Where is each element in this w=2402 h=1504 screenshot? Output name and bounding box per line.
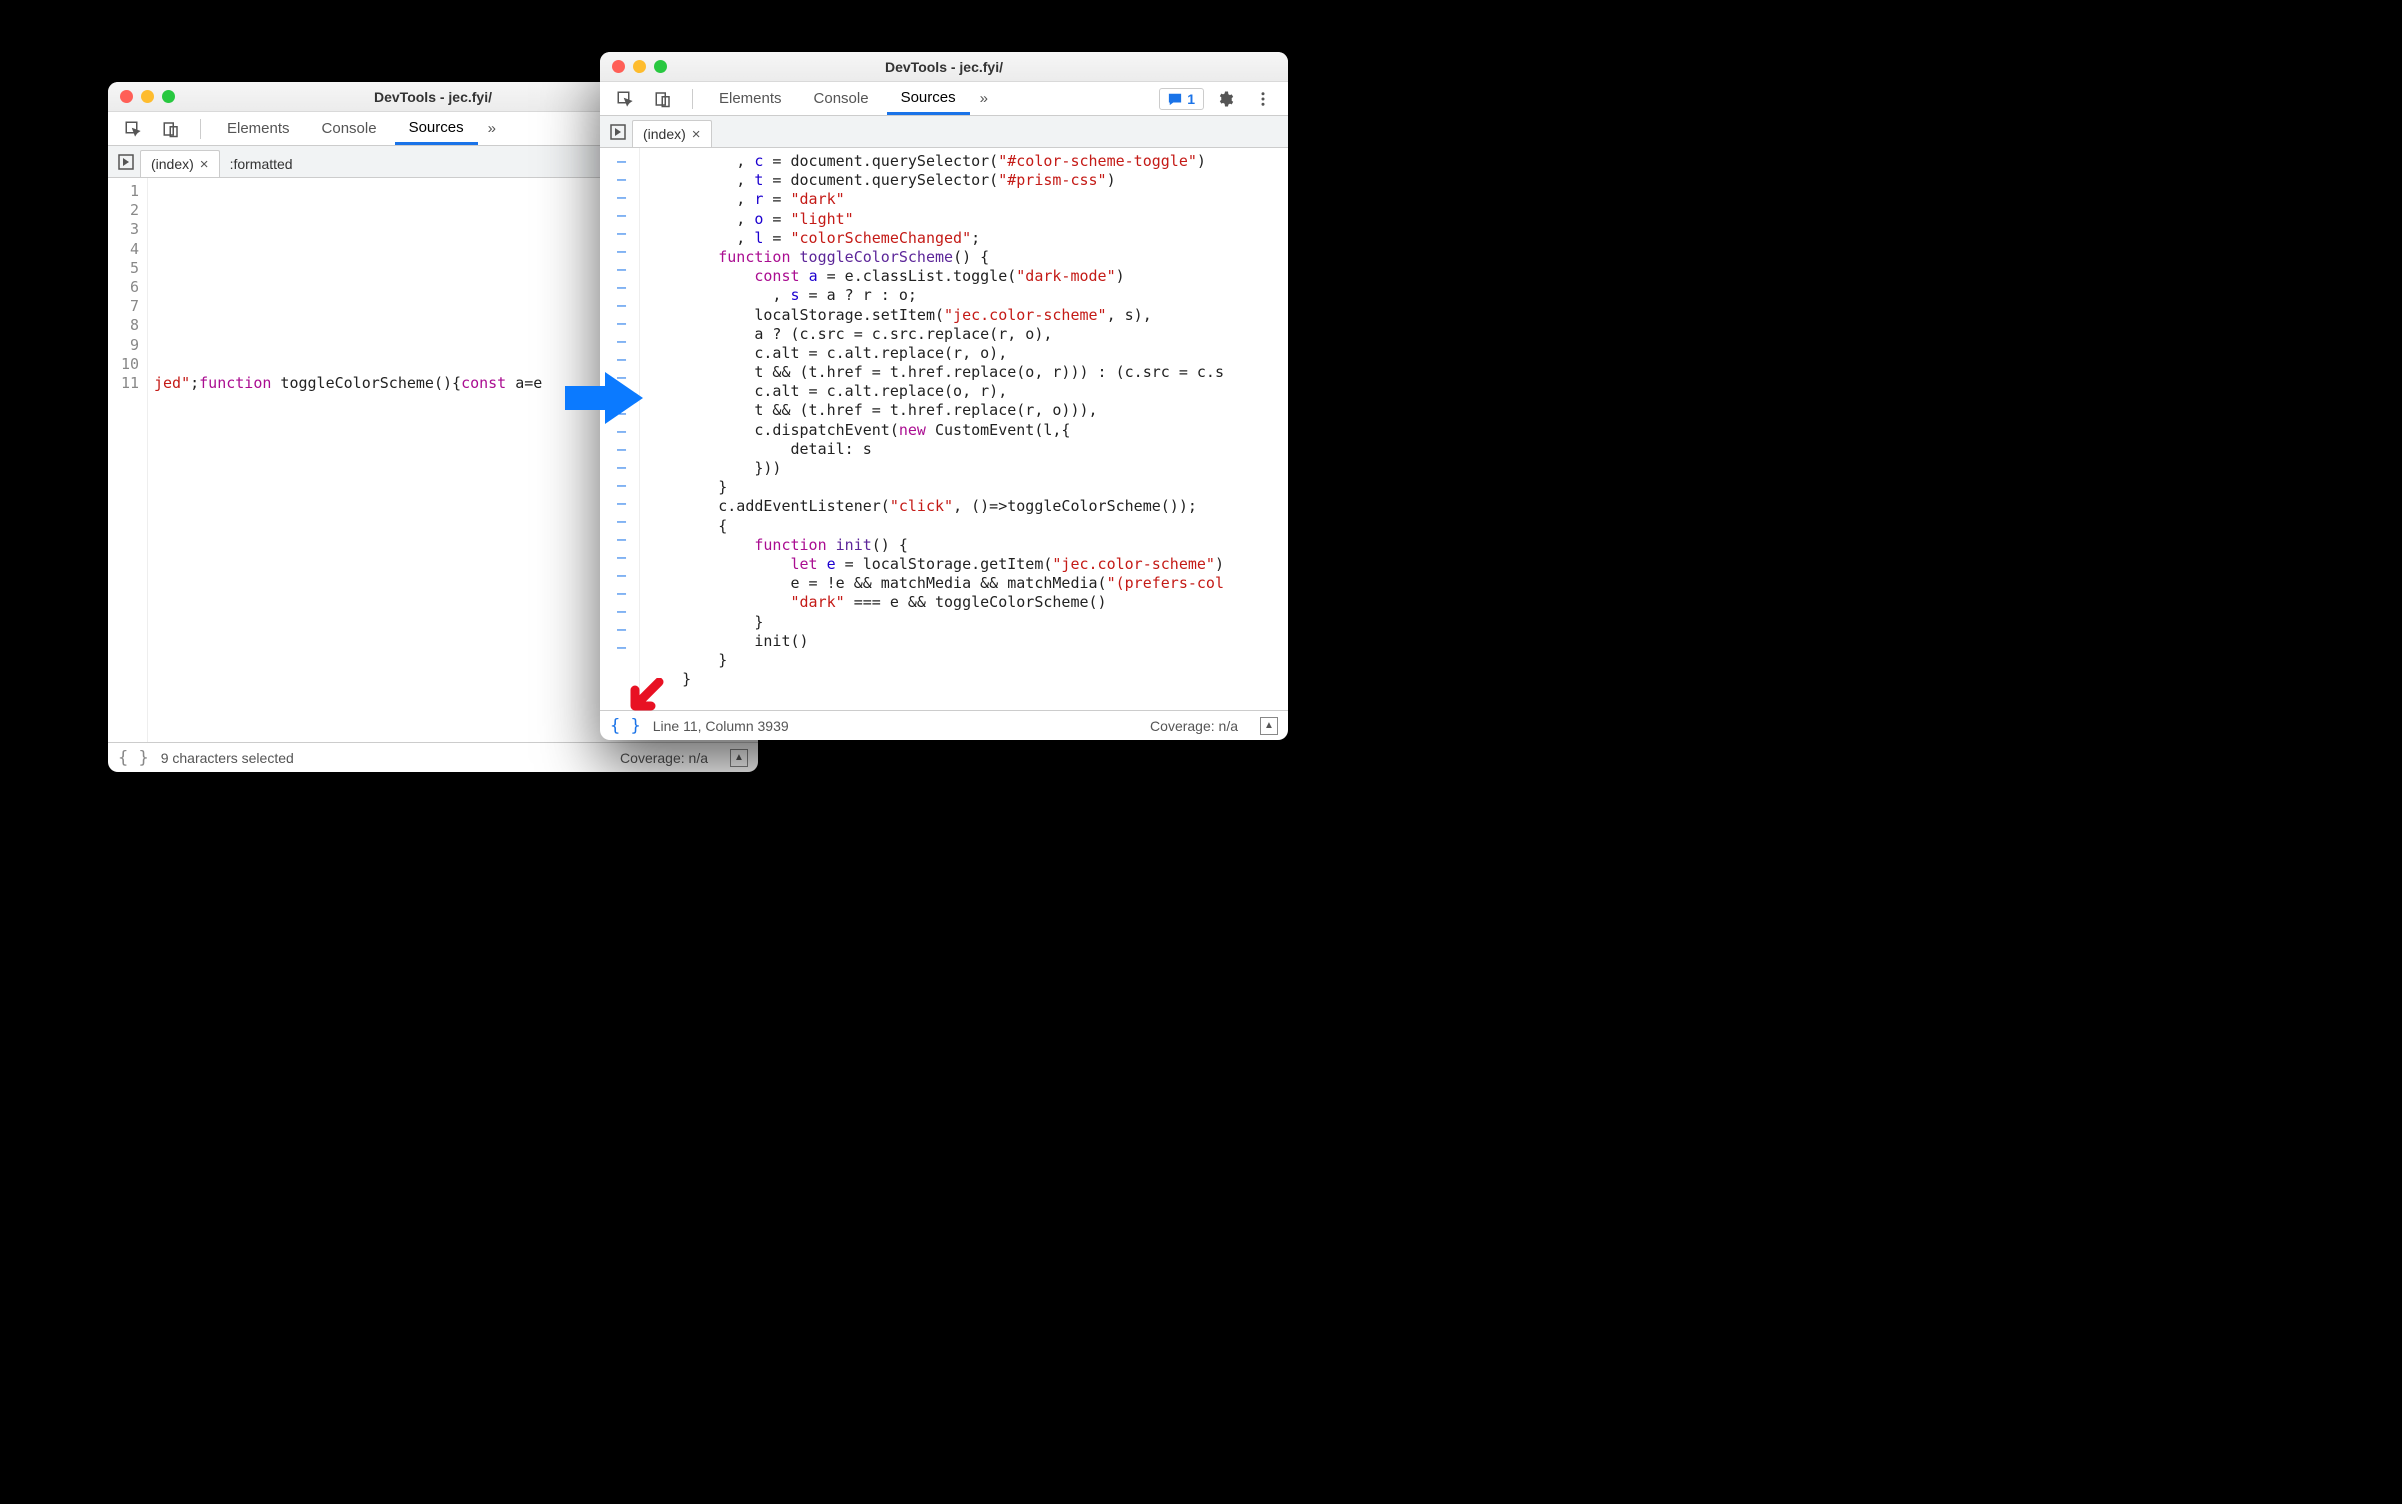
more-tabs-chevron-icon[interactable]: »: [974, 86, 994, 111]
navigator-toggle-icon[interactable]: [604, 116, 632, 147]
blue-arrow-annotation: [565, 368, 645, 433]
settings-gear-icon[interactable]: [1208, 86, 1242, 112]
tab-console[interactable]: Console: [308, 114, 391, 143]
code-content[interactable]: , c = document.querySelector("#color-sch…: [640, 148, 1288, 710]
device-toggle-icon[interactable]: [154, 116, 188, 142]
close-window-icon[interactable]: [612, 60, 625, 73]
file-tab-label: (index): [643, 126, 686, 142]
status-bar: { } Line 11, Column 3939 Coverage: n/a ▲: [600, 710, 1288, 740]
tab-elements[interactable]: Elements: [213, 114, 304, 143]
file-tab-index[interactable]: (index) ×: [140, 150, 220, 177]
file-tab-label: (index): [151, 156, 194, 172]
kebab-menu-icon[interactable]: [1246, 86, 1280, 112]
tab-console[interactable]: Console: [800, 84, 883, 113]
file-tab-index[interactable]: (index) ×: [632, 120, 712, 147]
more-tabs-chevron-icon[interactable]: »: [482, 116, 502, 141]
red-arrow-annotation: [625, 678, 665, 723]
file-tab-formatted[interactable]: :formatted: [220, 150, 303, 177]
tab-elements[interactable]: Elements: [705, 84, 796, 113]
code-editor[interactable]: – – – – – – – – – – – – – – – – – – – – …: [600, 148, 1288, 710]
minimize-window-icon[interactable]: [141, 90, 154, 103]
inspect-icon[interactable]: [116, 116, 150, 142]
coverage-status: Coverage: n/a: [1150, 718, 1238, 734]
status-bar: { } 9 characters selected Coverage: n/a …: [108, 742, 758, 772]
devtools-window-right: DevTools - jec.fyi/ Elements Console Sou…: [600, 52, 1288, 740]
titlebar: DevTools - jec.fyi/: [600, 52, 1288, 82]
minimize-window-icon[interactable]: [633, 60, 646, 73]
line-gutter: 1 2 3 4 5 6 7 8 9 10 11: [108, 178, 148, 742]
separator: [200, 119, 201, 139]
close-window-icon[interactable]: [120, 90, 133, 103]
device-toggle-icon[interactable]: [646, 86, 680, 112]
file-tab-label: :formatted: [230, 156, 293, 172]
tab-sources[interactable]: Sources: [887, 83, 970, 115]
show-drawer-icon[interactable]: ▲: [730, 749, 748, 767]
maximize-window-icon[interactable]: [654, 60, 667, 73]
navigator-toggle-icon[interactable]: [112, 146, 140, 177]
show-drawer-icon[interactable]: ▲: [1260, 717, 1278, 735]
tab-sources[interactable]: Sources: [395, 113, 478, 145]
coverage-status: Coverage: n/a: [620, 750, 708, 766]
window-controls: [120, 90, 175, 103]
main-toolbar: Elements Console Sources » 1: [600, 82, 1288, 116]
issues-count: 1: [1187, 91, 1195, 107]
pretty-print-icon[interactable]: { }: [118, 748, 149, 768]
inspect-icon[interactable]: [608, 86, 642, 112]
maximize-window-icon[interactable]: [162, 90, 175, 103]
selection-status: 9 characters selected: [161, 750, 294, 766]
window-controls: [612, 60, 667, 73]
separator: [692, 89, 693, 109]
close-icon[interactable]: ×: [692, 126, 701, 143]
file-tab-strip: (index) ×: [600, 116, 1288, 148]
close-icon[interactable]: ×: [200, 156, 209, 173]
issues-badge[interactable]: 1: [1159, 88, 1204, 110]
window-title: DevTools - jec.fyi/: [600, 59, 1288, 75]
cursor-position: Line 11, Column 3939: [653, 718, 789, 734]
